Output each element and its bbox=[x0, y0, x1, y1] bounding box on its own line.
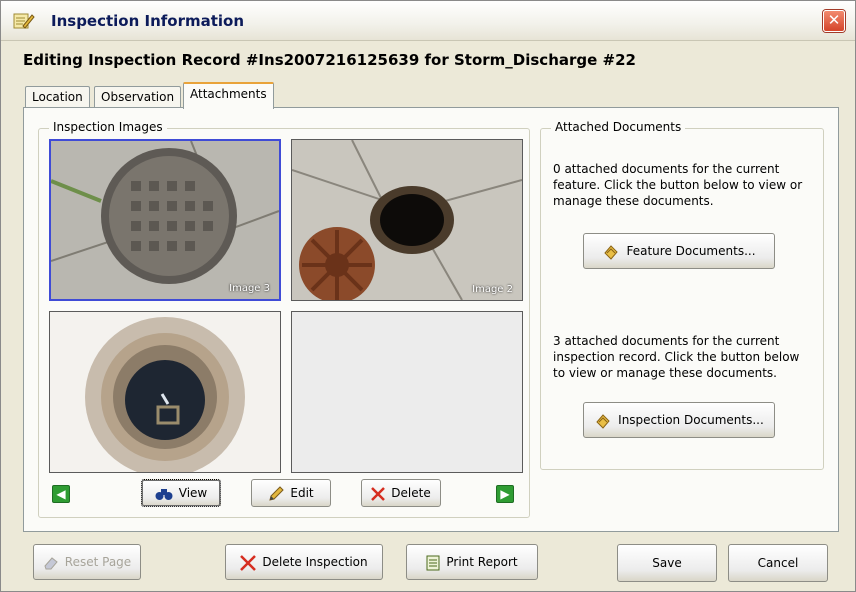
image-caption: Image 3 bbox=[229, 283, 270, 294]
cancel-button[interactable]: Cancel bbox=[728, 544, 828, 582]
edit-button[interactable]: Edit bbox=[251, 479, 331, 507]
reset-page-label: Reset Page bbox=[64, 555, 132, 569]
delete-inspection-button[interactable]: Delete Inspection bbox=[225, 544, 383, 580]
reset-page-button[interactable]: Reset Page bbox=[33, 544, 141, 580]
image-caption: Image 2 bbox=[472, 284, 513, 295]
delete-button[interactable]: Delete bbox=[361, 479, 441, 507]
manhole-cover-image bbox=[51, 141, 279, 299]
arrow-left-icon: ◀ bbox=[56, 487, 66, 501]
manhole-shaft-image bbox=[50, 312, 280, 472]
inspection-images-label: Inspection Images bbox=[49, 120, 167, 134]
tab-location[interactable]: Location bbox=[25, 86, 90, 108]
next-image-button[interactable]: ▶ bbox=[496, 485, 514, 503]
view-label: View bbox=[178, 486, 208, 500]
tab-attachments[interactable]: Attachments bbox=[183, 82, 274, 109]
binoculars-icon bbox=[155, 488, 173, 500]
inspection-images-group: Inspection Images Image 3 Image 2 ◀ View… bbox=[38, 120, 530, 518]
print-report-label: Print Report bbox=[446, 555, 518, 569]
title-bar[interactable]: Inspection Information ✕ bbox=[1, 1, 855, 41]
close-button[interactable]: ✕ bbox=[823, 10, 845, 32]
edit-document-icon bbox=[13, 13, 35, 29]
image-thumbnail-3[interactable]: Image 3 bbox=[49, 139, 281, 301]
delete-inspection-label: Delete Inspection bbox=[262, 555, 368, 569]
attachments-panel: Inspection Images Image 3 Image 2 ◀ View… bbox=[23, 107, 839, 532]
inspection-documents-label: Inspection Documents... bbox=[618, 413, 764, 427]
feature-documents-text: 0 attached documents for the current fea… bbox=[553, 162, 803, 208]
inspection-documents-button[interactable]: Inspection Documents... bbox=[583, 402, 775, 438]
delete-x-icon bbox=[371, 486, 386, 501]
report-icon bbox=[426, 555, 440, 570]
documents-icon bbox=[604, 244, 619, 260]
image-thumbnail-1[interactable] bbox=[49, 311, 281, 473]
tab-observation[interactable]: Observation bbox=[94, 86, 182, 108]
attached-documents-group: Attached Documents 0 attached documents … bbox=[540, 120, 824, 470]
feature-documents-label: Feature Documents... bbox=[626, 244, 756, 258]
inspection-documents-text: 3 attached documents for the current ins… bbox=[553, 334, 800, 380]
image-slot-empty[interactable] bbox=[291, 311, 523, 473]
close-icon: ✕ bbox=[827, 11, 841, 29]
save-button[interactable]: Save bbox=[617, 544, 717, 582]
attached-documents-label: Attached Documents bbox=[551, 120, 686, 134]
arrow-right-icon: ▶ bbox=[500, 487, 510, 501]
feature-documents-button[interactable]: Feature Documents... bbox=[583, 233, 775, 269]
view-button[interactable]: View bbox=[141, 479, 221, 507]
delete-x-icon bbox=[240, 554, 257, 571]
print-report-button[interactable]: Print Report bbox=[406, 544, 538, 580]
documents-icon bbox=[596, 413, 610, 429]
page-title: Editing Inspection Record #Ins2007216125… bbox=[23, 51, 636, 69]
previous-image-button[interactable]: ◀ bbox=[52, 485, 70, 503]
eraser-icon bbox=[44, 556, 58, 569]
inspection-window: Inspection Information ✕ Editing Inspect… bbox=[0, 0, 856, 592]
image-thumbnail-2[interactable]: Image 2 bbox=[291, 139, 523, 301]
edit-label: Edit bbox=[290, 486, 314, 500]
pencil-icon bbox=[269, 485, 285, 501]
delete-label: Delete bbox=[391, 486, 431, 500]
window-title: Inspection Information bbox=[51, 12, 245, 30]
open-manhole-image bbox=[292, 140, 522, 300]
